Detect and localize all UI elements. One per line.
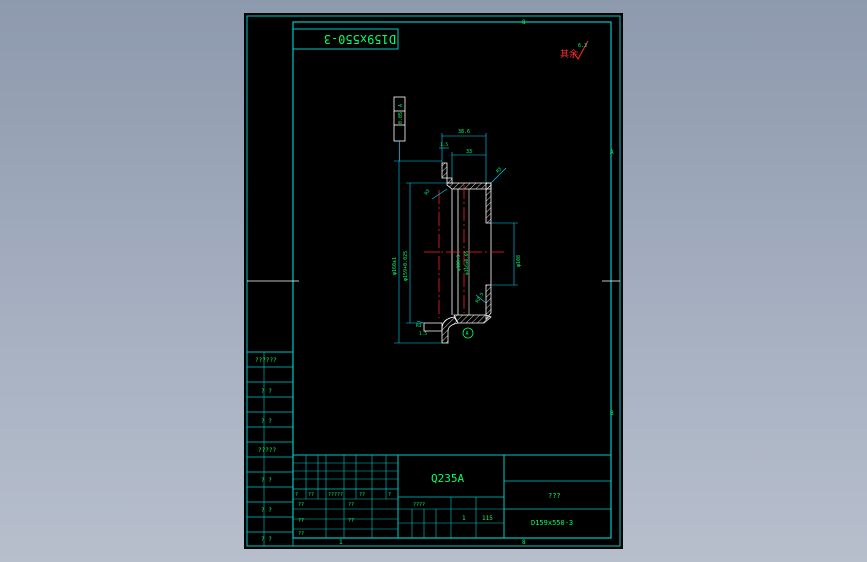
- material-label: Q235A: [431, 472, 464, 485]
- svg-text:??: ??: [308, 492, 314, 498]
- dim-top-inner: 33: [466, 149, 472, 155]
- cad-drawing-sheet[interactable]: 8 8 1 A B D159x550-3 其余 6.3 A 0.05 A 38.…: [244, 13, 623, 549]
- left-label-3: ? ?: [261, 418, 272, 425]
- left-label-2: ? ?: [261, 388, 272, 395]
- svg-text:????: ????: [413, 502, 425, 508]
- svg-text:??: ??: [298, 518, 304, 524]
- tolerance-box: A 0.05: [393, 96, 406, 161]
- svg-text:?: ?: [388, 492, 391, 498]
- mirrored-code-box: D159x550-3: [292, 28, 399, 50]
- dim-radius-right: R2.5: [475, 291, 486, 304]
- dim-left-inner: φ159+0.025: [403, 251, 409, 281]
- left-label-6: ? ?: [261, 507, 272, 514]
- part-section: A: [423, 162, 504, 344]
- drawing-number: D159x550-3: [531, 519, 573, 527]
- dim-left-overall: φ160±1: [392, 257, 398, 275]
- svg-text:115: 115: [482, 515, 493, 522]
- dim-corner-top: R3: [424, 188, 432, 196]
- left-label-7: ? ?: [261, 536, 272, 543]
- dim-corner-right: R3: [495, 166, 503, 174]
- dimension-texts: 38.6 33 1.5 φ160±1 φ159+0.025 φ108.3 φ11…: [392, 129, 522, 337]
- top-marker: 8: [522, 19, 526, 26]
- left-label-5: ? ?: [261, 477, 272, 484]
- bottom-marker: 8: [522, 539, 526, 546]
- mirrored-drawing-code: D159x550-3: [324, 32, 396, 46]
- dim-center-left: φ108.3: [456, 254, 462, 271]
- svg-text:??: ??: [348, 502, 354, 508]
- left-label-4: ?????: [258, 447, 276, 454]
- roughness-value: 6.3: [578, 43, 587, 49]
- part-name: ???: [548, 492, 561, 500]
- dimensions: [394, 133, 518, 344]
- dim-radius-left: R3: [416, 323, 422, 329]
- dim-right-bore: φ108: [516, 255, 522, 267]
- svg-text:A: A: [466, 331, 469, 337]
- dim-top-outer: 38.6: [458, 129, 470, 135]
- outer-frame: [246, 15, 621, 547]
- svg-text:??: ??: [298, 531, 304, 537]
- svg-text:??: ??: [359, 492, 365, 498]
- roughness-mark: 其余 6.3: [560, 40, 589, 60]
- dim-center-right: φ116±0.05: [464, 250, 470, 275]
- title-block: ? ?? ????? ?? ? ?? ?? ?? ?? ?? Q235A ???…: [292, 454, 612, 539]
- svg-text:?: ?: [295, 492, 298, 498]
- left-column-table: ?????? ? ? ? ? ????? ? ? ? ? ? ?: [246, 351, 294, 547]
- svg-text:??: ??: [348, 518, 354, 524]
- svg-text:0.05: 0.05: [398, 112, 404, 124]
- left-label-1: ??????: [255, 357, 277, 364]
- svg-text:?????: ?????: [328, 492, 343, 498]
- dim-left-gap: 1.5: [440, 142, 448, 148]
- svg-text:??: ??: [298, 502, 304, 508]
- dim-bottom-left: 1.5: [419, 331, 427, 337]
- bottom-tick: 1: [339, 539, 343, 546]
- right-marker-a: A: [610, 149, 614, 156]
- roughness-text: 其余: [560, 48, 578, 60]
- svg-text:1: 1: [462, 515, 466, 522]
- svg-text:A: A: [398, 104, 404, 107]
- right-marker-b: B: [610, 410, 614, 417]
